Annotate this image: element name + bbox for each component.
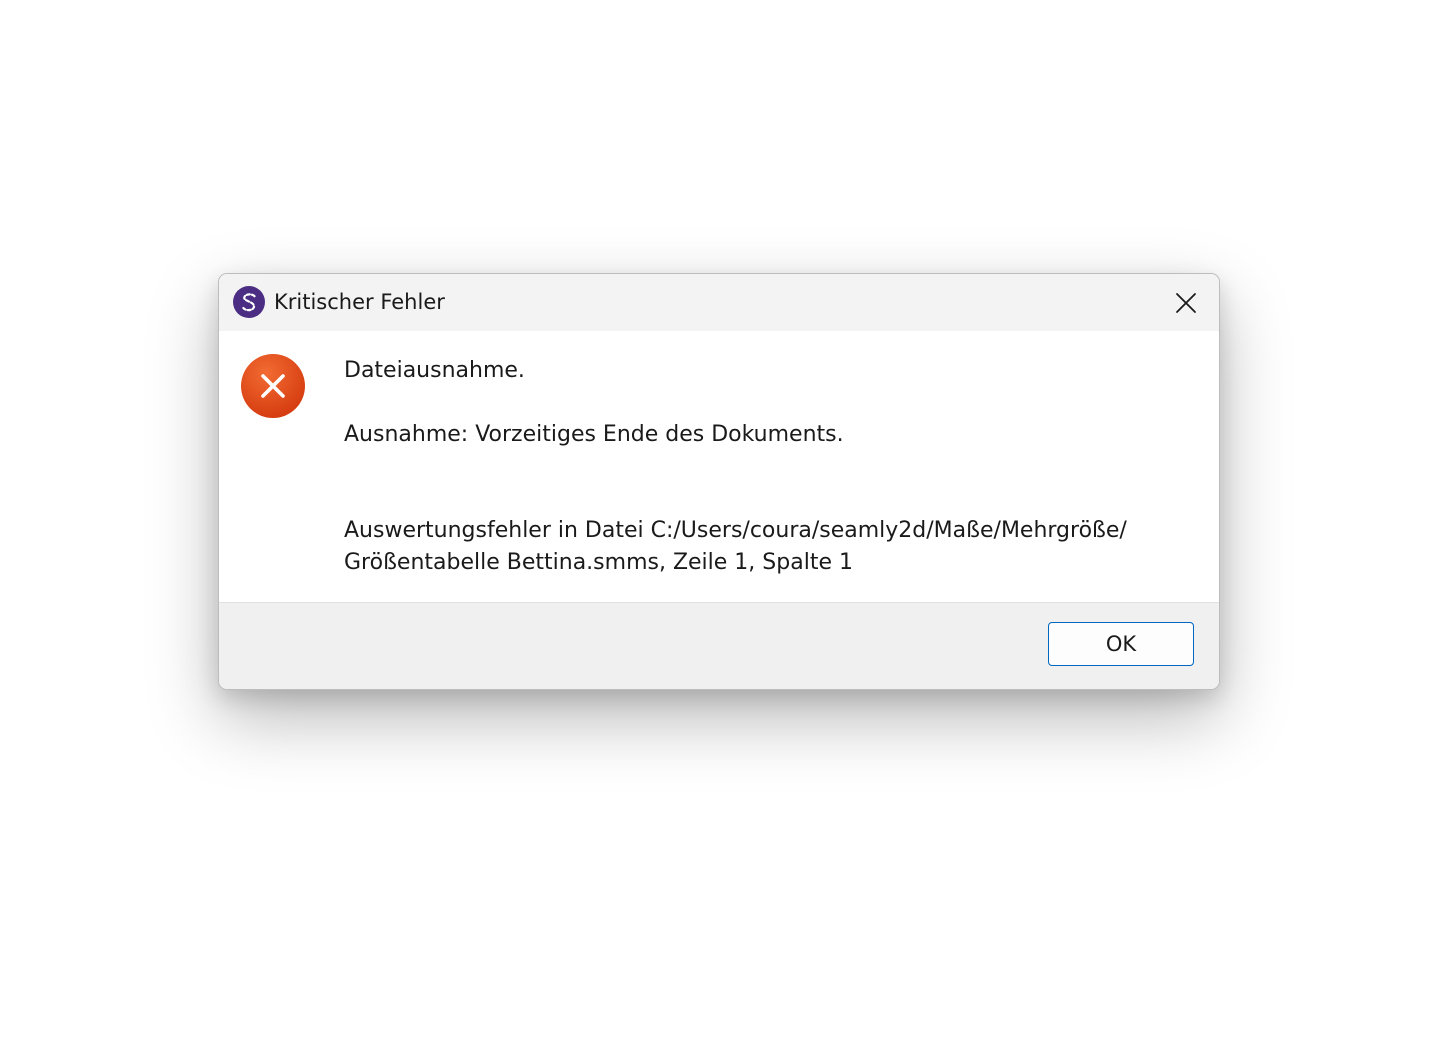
title-bar: Kritischer Fehler: [219, 274, 1219, 331]
ok-button[interactable]: OK: [1048, 622, 1194, 666]
message-title: Dateiausnahme.: [344, 358, 525, 383]
close-icon: [1176, 292, 1196, 313]
seamly-logo-icon: [233, 286, 265, 318]
close-button[interactable]: [1153, 274, 1219, 331]
message-area: Dateiausnahme. Ausnahme: Vorzeitiges End…: [219, 331, 1219, 602]
error-icon: [241, 354, 305, 418]
critical-error-dialog: Kritischer Fehler Dateiausnahme. Ausnahm…: [218, 273, 1220, 690]
message-exception: Ausnahme: Vorzeitiges Ende des Dokuments…: [344, 422, 844, 447]
message-detail-line-2: Größentabelle Bettina.smms, Zeile 1, Spa…: [344, 550, 853, 575]
window-title: Kritischer Fehler: [274, 290, 445, 314]
button-bar: OK: [219, 602, 1219, 689]
message-detail-line-1: Auswertungsfehler in Datei C:/Users/cour…: [344, 518, 1127, 543]
